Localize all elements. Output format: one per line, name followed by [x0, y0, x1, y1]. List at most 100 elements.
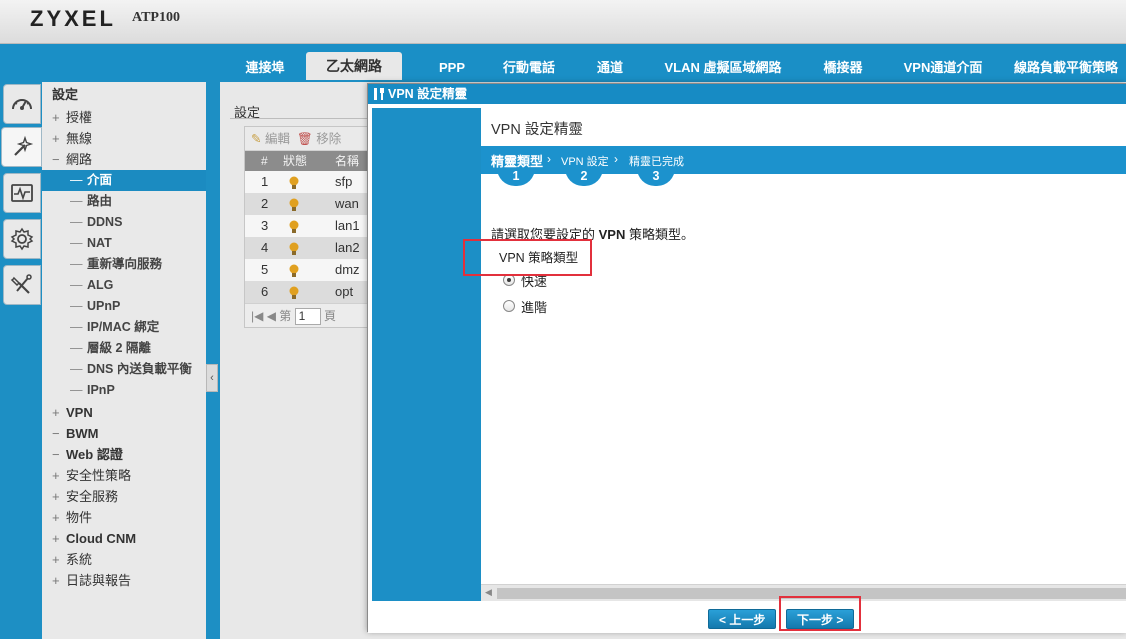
- wizard-step-bar: 精靈類型 › VPN 設定 › 精靈已完成 1 2 3: [481, 146, 1126, 186]
- chevron-right-icon: ›: [547, 152, 551, 166]
- nav-item-routing[interactable]: — 路由: [42, 191, 206, 212]
- nav-item-object[interactable]: + 物件: [42, 507, 206, 528]
- tab-bridge[interactable]: 橋接器: [814, 56, 872, 80]
- tab-ports[interactable]: 連接埠: [236, 56, 294, 80]
- interface-table: ✎ 編輯 🗑 移除 # 狀態 名稱 1 sfp 2 wan 3 lan1 4 l…: [244, 126, 374, 328]
- table-row[interactable]: 4 lan2: [245, 237, 373, 259]
- edit-icon[interactable]: ✎: [251, 132, 261, 146]
- dashboard-icon[interactable]: [3, 84, 41, 124]
- step-number-3: 3: [637, 168, 675, 186]
- back-button[interactable]: < 上一步: [708, 609, 777, 629]
- nav-item-interface[interactable]: — 介面: [42, 170, 206, 191]
- divider: [230, 118, 370, 119]
- col-name[interactable]: 名稱: [335, 151, 359, 171]
- row-num: 4: [261, 240, 269, 255]
- nav-item-cloud-cnm[interactable]: + Cloud CNM: [42, 528, 206, 549]
- chevron-right-icon: ›: [614, 152, 618, 166]
- option-advanced[interactable]: 進階: [503, 297, 547, 315]
- edit-button[interactable]: 編輯: [265, 132, 290, 146]
- nav-item-security-policy[interactable]: + 安全性策略: [42, 465, 206, 486]
- maintenance-tools-icon[interactable]: [3, 265, 41, 305]
- table-row[interactable]: 3 lan1: [245, 215, 373, 237]
- nav-item-ddns[interactable]: — DDNS: [42, 212, 206, 233]
- prev-page-icon[interactable]: ◀: [267, 309, 276, 323]
- nav-item-license[interactable]: + 授權: [42, 107, 206, 128]
- settings-gear-icon[interactable]: [3, 219, 41, 259]
- brand-logo: ZYXEL: [30, 6, 116, 31]
- nav-item-ip-mac-binding[interactable]: — IP/MAC 綁定: [42, 317, 206, 338]
- step-wizard-complete: 精靈已完成: [629, 156, 684, 168]
- scroll-left-icon[interactable]: ◀: [485, 587, 492, 598]
- nav-item-log-report[interactable]: + 日誌與報告: [42, 570, 206, 591]
- row-num: 2: [261, 196, 269, 211]
- device-model: ATP100: [132, 10, 180, 25]
- step-number-1: 1: [497, 168, 535, 186]
- tab-trunk[interactable]: 線路負載平衡策略: [1014, 56, 1126, 80]
- nav-item-system[interactable]: + 系統: [42, 549, 206, 570]
- first-page-icon[interactable]: |◀: [251, 309, 263, 323]
- config-nav-tree: 設定 + 授權 + 無線 − 網路 — 介面 — 路由 — DDNS — NAT — 重新導向服…: [42, 82, 206, 639]
- col-num[interactable]: #: [261, 151, 268, 171]
- page-prefix: 第: [279, 309, 292, 323]
- step-vpn-settings: VPN 設定: [561, 156, 609, 168]
- top-header: ZYXEL ATP100: [0, 0, 1126, 44]
- tab-bar: 連接埠 乙太網路 PPP 行動電話 通道 VLAN 虛擬區域網路 橋接器 VPN…: [0, 44, 1126, 80]
- wizard-tools-icon: [374, 88, 384, 100]
- tab-ppp[interactable]: PPP: [430, 56, 474, 80]
- row-num: 1: [261, 174, 269, 189]
- tab-tunnel[interactable]: 通道: [588, 56, 632, 80]
- col-status[interactable]: 狀態: [283, 151, 307, 171]
- row-num: 6: [261, 284, 269, 299]
- nav-item-network[interactable]: − 網路: [42, 149, 206, 170]
- monitor-pulse-icon[interactable]: [3, 173, 41, 213]
- row-name: lan1: [335, 218, 360, 233]
- row-name: wan: [335, 196, 359, 211]
- nav-item-vpn[interactable]: + VPN: [42, 402, 206, 423]
- instruction-bold: VPN: [598, 227, 626, 242]
- nav-item-layer2-isolation[interactable]: — 層級 2 隔離: [42, 338, 206, 359]
- nav-item-nat[interactable]: — NAT: [42, 233, 206, 254]
- table-row[interactable]: 5 dmz: [245, 259, 373, 281]
- row-num: 5: [261, 262, 269, 277]
- tab-ethernet[interactable]: 乙太網路: [306, 52, 402, 80]
- nav-item-redirect-service[interactable]: — 重新導向服務: [42, 254, 206, 275]
- wizard-heading: VPN 設定精靈: [491, 122, 583, 138]
- nav-item-dns-inbound-lb[interactable]: — DNS 內送負載平衡: [42, 359, 206, 380]
- nav-item-wireless[interactable]: + 無線: [42, 128, 206, 149]
- trash-icon[interactable]: 🗑: [297, 132, 313, 146]
- page-input[interactable]: 1: [294, 308, 321, 326]
- tab-vpn-tunnel-interface[interactable]: VPN通道介面: [894, 56, 992, 80]
- bulb-icon: [289, 285, 299, 307]
- dialog-titlebar[interactable]: VPN 設定精靈: [368, 84, 1126, 104]
- nav-item-bwm[interactable]: − BWM: [42, 423, 206, 444]
- row-name: sfp: [335, 174, 353, 189]
- highlight-box-next: [779, 596, 861, 631]
- table-row[interactable]: 6 opt: [245, 281, 373, 303]
- vpn-wizard-dialog: VPN 設定精靈 VPN 設定精靈 精靈類型 › VPN 設定 › 精靈已完成 …: [367, 83, 1126, 633]
- page-suffix: 頁: [323, 309, 336, 323]
- nav-item-upnp[interactable]: — UPnP: [42, 296, 206, 317]
- configuration-wand-icon[interactable]: [1, 127, 42, 167]
- row-name: opt: [335, 284, 354, 299]
- radio-advanced[interactable]: [503, 300, 515, 312]
- icon-sidebar: [0, 82, 42, 639]
- nav-item-ipnp[interactable]: — IPnP: [42, 380, 206, 401]
- nav-item-alg[interactable]: — ALG: [42, 275, 206, 296]
- table-pager: |◀ ◀ 第 1 頁: [245, 303, 373, 327]
- instruction-suffix: 策略類型。: [625, 227, 694, 242]
- remove-button[interactable]: 移除: [316, 132, 341, 146]
- tab-vlan[interactable]: VLAN 虛擬區域網路: [654, 56, 792, 80]
- nav-title: 設定: [52, 87, 79, 102]
- option-advanced-label[interactable]: 進階: [521, 297, 547, 316]
- nav-item-security-service[interactable]: + 安全服務: [42, 486, 206, 507]
- tab-cellular[interactable]: 行動電話: [494, 56, 564, 80]
- row-name: dmz: [335, 262, 360, 277]
- wizard-body: VPN 設定精靈 精靈類型 › VPN 設定 › 精靈已完成 1 2 3 請選取…: [481, 104, 1126, 601]
- table-row[interactable]: 2 wan: [245, 193, 373, 215]
- table-toolbar: ✎ 編輯 🗑 移除: [245, 127, 373, 151]
- row-name: lan2: [335, 240, 360, 255]
- highlight-box-express: [463, 239, 592, 276]
- collapse-sidebar-button[interactable]: ‹: [206, 364, 218, 392]
- table-row[interactable]: 1 sfp: [245, 171, 373, 193]
- nav-item-web-auth[interactable]: − Web 認證: [42, 444, 206, 465]
